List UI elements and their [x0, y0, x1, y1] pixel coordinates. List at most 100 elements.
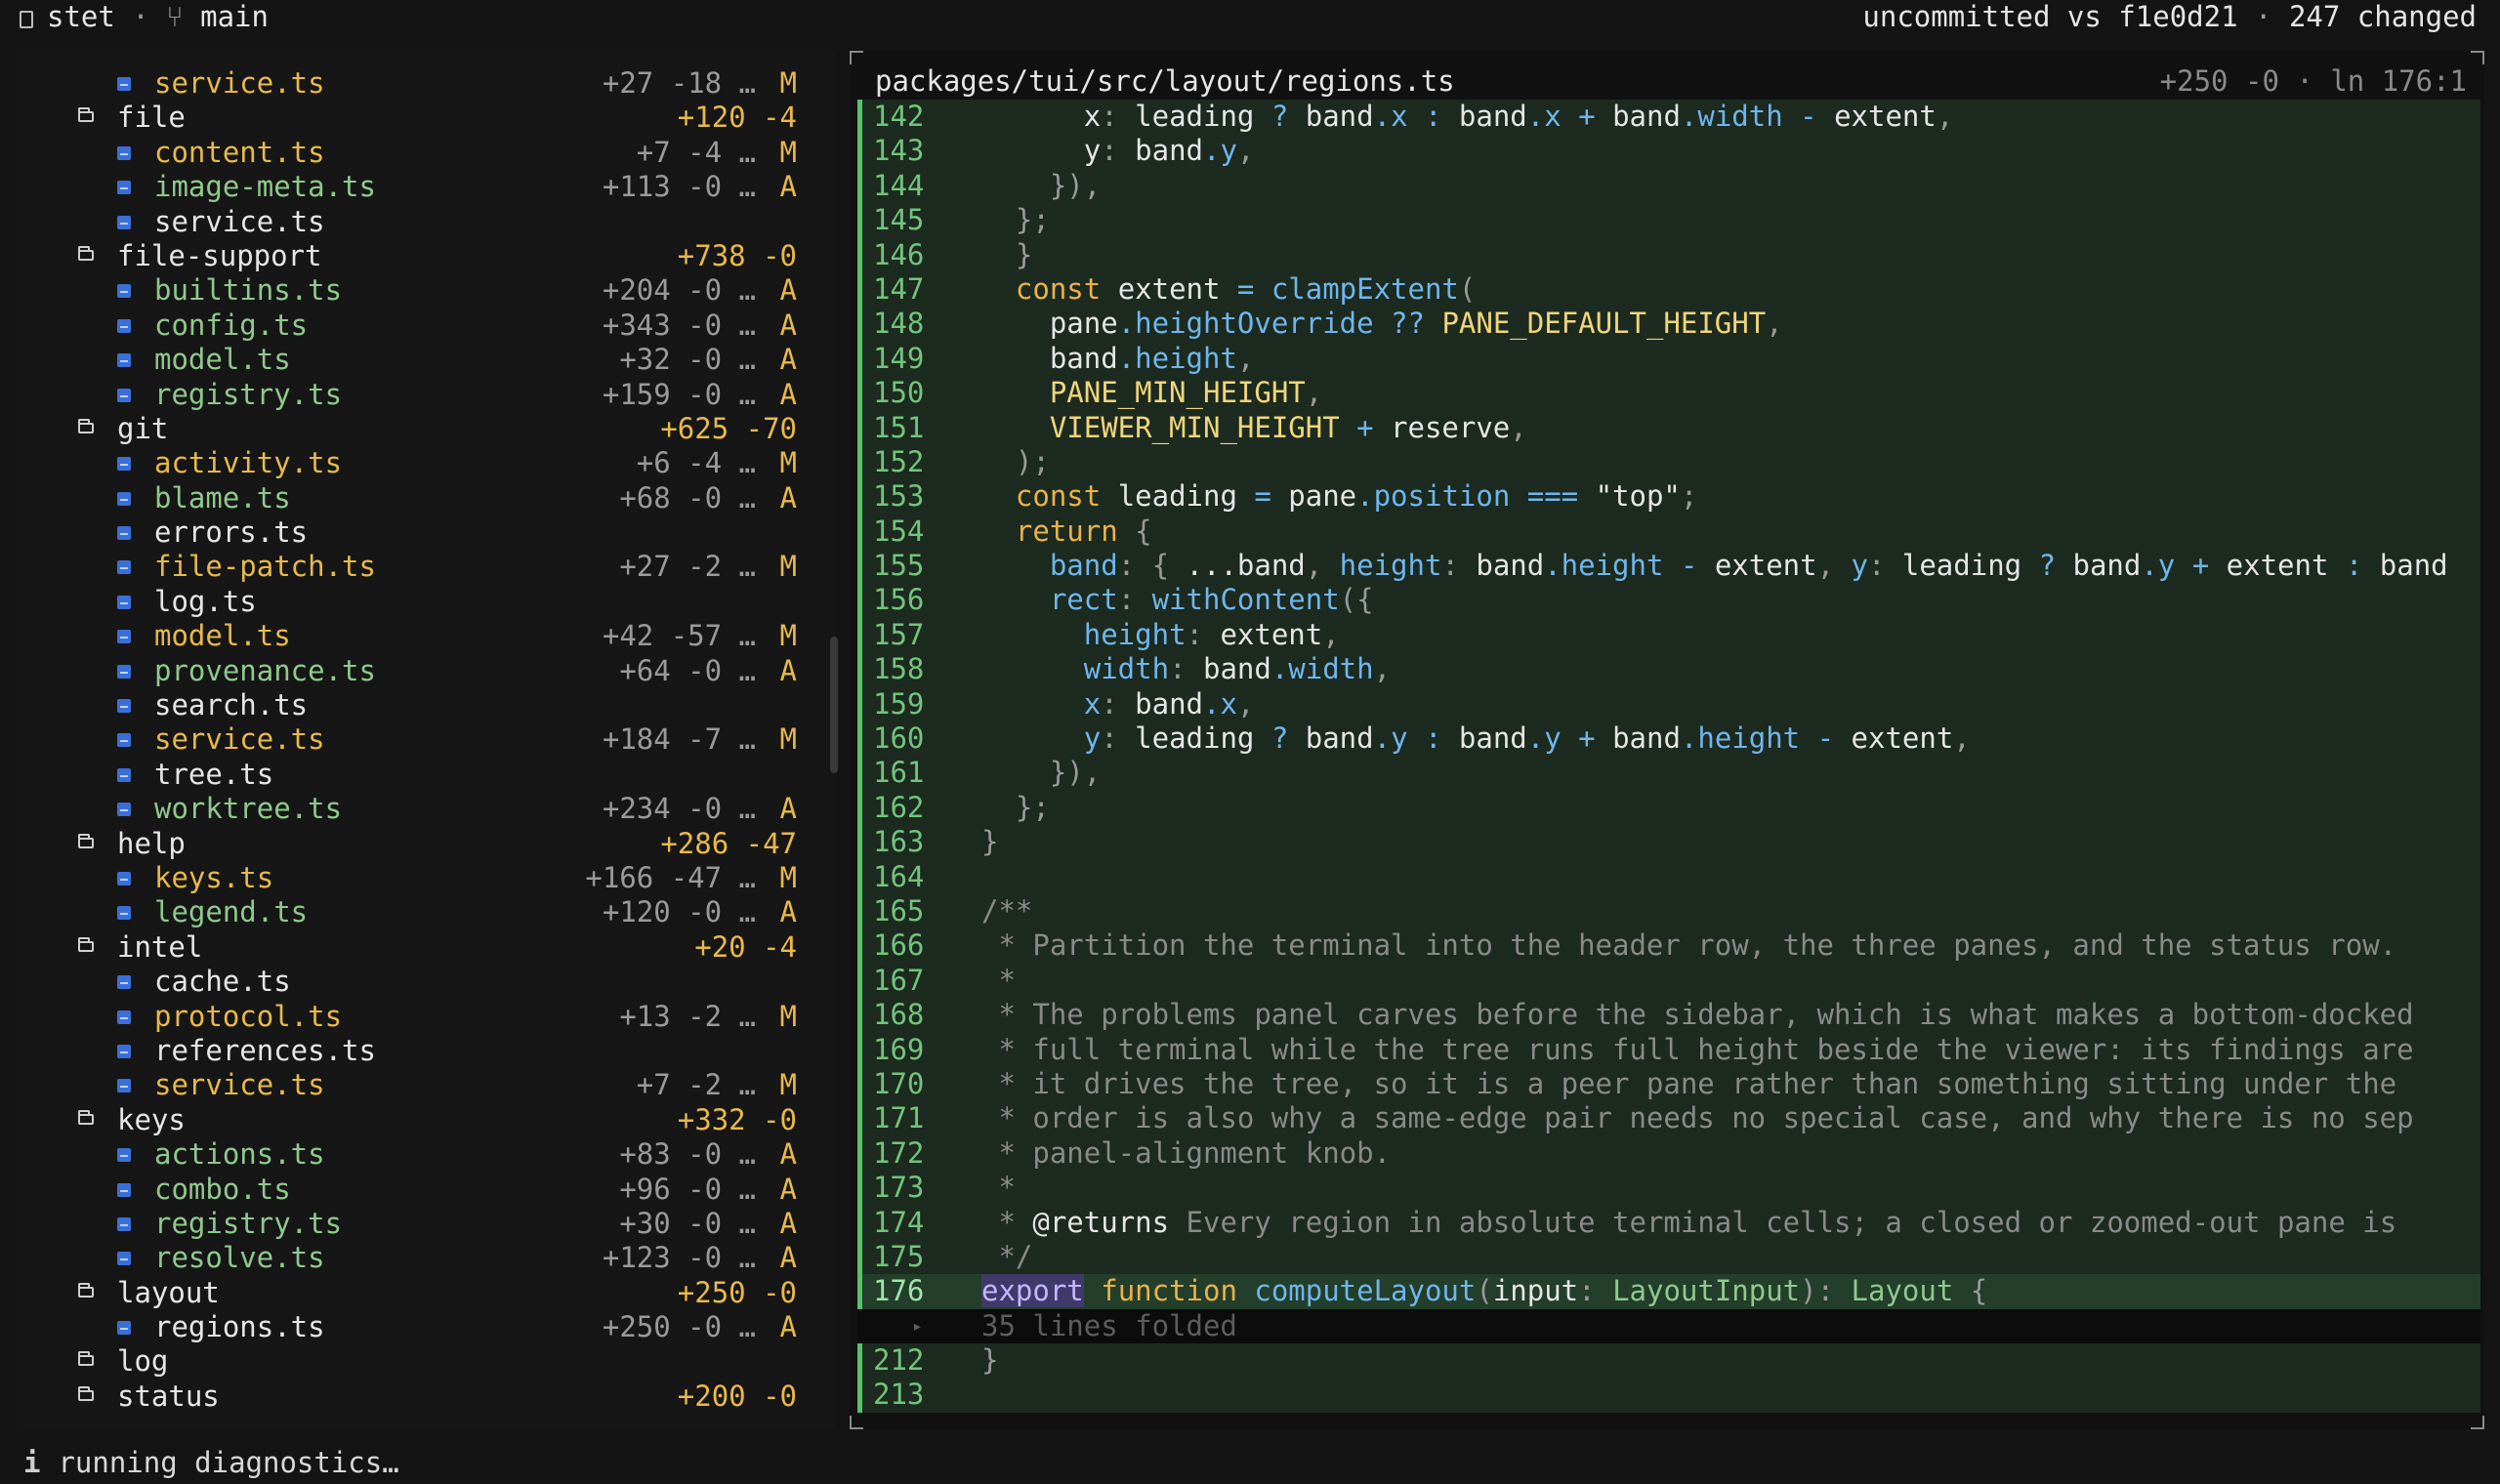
code-viewer-pane[interactable]: packages/tui/src/layout/regions.ts +250 … [850, 51, 2484, 1429]
tree-file[interactable]: service.ts +184 -7 … M [16, 722, 816, 757]
tree-file[interactable]: activity.ts +6 -4 … M [16, 446, 816, 480]
status-badge: M [779, 999, 797, 1033]
folder-icon [78, 107, 94, 123]
tree-file[interactable]: content.ts +7 -4 … M [16, 136, 816, 170]
tree-file[interactable]: service.ts [16, 205, 816, 239]
diff-stats: +204 -0 … [602, 273, 756, 308]
code-line[interactable]: 153 const leading = pane.position === "t… [857, 479, 2480, 515]
code-lines[interactable]: 142 x: leading ? band.x : band.x + band.… [857, 100, 2480, 1413]
code-line[interactable]: 161 }), [857, 756, 2480, 791]
tree-folder[interactable]: status +200 -0 [16, 1380, 816, 1414]
tree-file[interactable]: search.ts [16, 688, 816, 722]
code-line[interactable]: 164 [857, 859, 2480, 894]
code-line[interactable]: 154 return { [857, 514, 2480, 550]
tree-file[interactable]: blame.ts +68 -0 … A [16, 481, 816, 515]
tree-file[interactable]: file-patch.ts +27 -2 … M [16, 550, 816, 584]
tree-file[interactable]: resolve.ts +123 -0 … A [16, 1241, 816, 1275]
tree-file[interactable]: builtins.ts +204 -0 … A [16, 273, 816, 308]
tree-item-name: references.ts [154, 1033, 376, 1067]
tree-file[interactable]: provenance.ts +64 -0 … A [16, 654, 816, 688]
tree-file[interactable]: keys.ts +166 -47 … M [16, 861, 816, 895]
code-line[interactable]: 172 * panel-alignment knob. [857, 1135, 2480, 1172]
tree-file[interactable]: errors.ts [16, 515, 816, 550]
tree-file[interactable]: legend.ts +120 -0 … A [16, 895, 816, 929]
branch-name[interactable]: main [200, 0, 269, 33]
tree-file[interactable]: config.ts +343 -0 … A [16, 309, 816, 343]
code-line[interactable]: 149 band.height, [857, 341, 2480, 377]
code-line[interactable]: 175 */ [857, 1239, 2480, 1275]
code-line[interactable]: 166 * Partition the terminal into the he… [857, 928, 2480, 964]
ts-file-icon [117, 145, 131, 160]
code-line[interactable]: 158 width: band.width, [857, 652, 2480, 687]
tree-file[interactable]: model.ts +32 -0 … A [16, 343, 816, 377]
code-line[interactable]: 174 * @returns Every region in absolute … [857, 1205, 2480, 1240]
code-line[interactable]: 167 * [857, 963, 2480, 999]
code-line[interactable]: 213 [857, 1378, 2480, 1413]
code-line[interactable]: 155 band: { ...band, height: band.height… [857, 549, 2480, 584]
tree-file[interactable]: cache.ts [16, 965, 816, 999]
code-line[interactable]: 168 * The problems panel carves before t… [857, 998, 2480, 1033]
tree-file[interactable]: model.ts +42 -57 … M [16, 619, 816, 653]
tree-item-name: service.ts [154, 204, 325, 238]
code-line[interactable]: 144 }), [857, 168, 2480, 204]
tree-file[interactable]: protocol.ts +13 -2 … M [16, 1000, 816, 1034]
code-line[interactable]: 160 y: leading ? band.y : band.y + band.… [857, 721, 2480, 757]
tree-file[interactable]: service.ts +7 -2 … M [16, 1068, 816, 1102]
added-line-marker [857, 307, 862, 342]
tree-file[interactable]: log.ts [16, 585, 816, 619]
code-line[interactable]: 142 x: leading ? band.x : band.x + band.… [857, 100, 2480, 135]
code-line[interactable]: 147 const extent = clampExtent( [857, 271, 2480, 308]
tree-folder[interactable]: file +120 -4 [16, 101, 816, 135]
tree-file[interactable]: service.ts +27 -18 … M [16, 66, 816, 101]
code-line[interactable]: 143 y: band.y, [857, 134, 2480, 169]
code-line[interactable]: 162 }; [857, 790, 2480, 826]
tree-file[interactable]: actions.ts +83 -0 … A [16, 1137, 816, 1172]
code-line[interactable]: 157 height: extent, [857, 617, 2480, 653]
tree-file[interactable]: combo.ts +96 -0 … A [16, 1173, 816, 1207]
tree-file[interactable]: tree.ts [16, 758, 816, 792]
code-line[interactable]: 165 /** [857, 893, 2480, 929]
tree-file[interactable]: registry.ts +30 -0 … A [16, 1207, 816, 1241]
tree-folder[interactable]: intel +20 -4 [16, 930, 816, 965]
tree-file[interactable]: worktree.ts +234 -0 … A [16, 792, 816, 826]
folded-region[interactable]: ▸ 35 lines folded [857, 1308, 2480, 1344]
code-line[interactable]: 152 ); [857, 444, 2480, 480]
code-line[interactable]: 148 pane.heightOverride ?? PANE_DEFAULT_… [857, 307, 2480, 342]
code-line[interactable]: 145 }; [857, 203, 2480, 238]
code-line[interactable]: 159 x: band.x, [857, 686, 2480, 722]
tree-file[interactable]: regions.ts +250 -0 … A [16, 1310, 816, 1344]
tree-folder[interactable]: file-support +738 -0 [16, 239, 816, 273]
sidebar-scrollbar[interactable] [830, 637, 838, 773]
code-line[interactable]: 151 VIEWER_MIN_HEIGHT + reserve, [857, 410, 2480, 445]
code-line[interactable]: 176 export function computeLayout(input: … [857, 1274, 2480, 1309]
code-line[interactable]: 212} [857, 1343, 2480, 1379]
tree-folder[interactable]: log [16, 1344, 816, 1379]
code-line[interactable]: 163} [857, 825, 2480, 860]
code-line[interactable]: 150 PANE_MIN_HEIGHT, [857, 376, 2480, 411]
diff-stats: +96 -0 … [619, 1172, 756, 1206]
tree-item-name: file-patch.ts [154, 550, 376, 584]
code-line[interactable]: 170 * it drives the tree, so it is a pee… [857, 1066, 2480, 1102]
code-line[interactable]: 146 } [857, 237, 2480, 272]
code-line[interactable]: 169 * full terminal while the tree runs … [857, 1032, 2480, 1067]
code-line[interactable]: 156 rect: withContent({ [857, 583, 2480, 618]
file-tree-pane[interactable]: service.ts +27 -18 … Mfile +120 -4 content.t… [16, 51, 838, 1429]
tree-file[interactable]: image-meta.ts +113 -0 … A [16, 170, 816, 204]
tree-folder[interactable]: keys +332 -0 [16, 1103, 816, 1137]
tree-file[interactable]: registry.ts +159 -0 … A [16, 378, 816, 412]
line-number: 172 [873, 1135, 925, 1170]
code-line[interactable]: 171 * order is also why a same-edge pair… [857, 1101, 2480, 1136]
file-tree: service.ts +27 -18 … Mfile +120 -4 content.t… [16, 66, 816, 1414]
code-text: band.height, [1049, 341, 1255, 375]
tree-folder[interactable]: git +625 -70 [16, 412, 816, 446]
ts-file-icon [117, 181, 131, 195]
tree-folder[interactable]: help +286 -47 [16, 827, 816, 861]
tree-folder[interactable]: layout +250 -0 [16, 1276, 816, 1310]
fold-arrow-icon[interactable]: ▸ [912, 1309, 923, 1343]
compare-label[interactable]: uncommitted vs f1e0d21 [1862, 0, 2237, 33]
tree-file[interactable]: references.ts [16, 1034, 816, 1068]
tree-item-name: help [117, 826, 186, 860]
ts-file-icon [117, 906, 131, 921]
code-text: */ [981, 1239, 1033, 1273]
code-line[interactable]: 173 * [857, 1171, 2480, 1206]
